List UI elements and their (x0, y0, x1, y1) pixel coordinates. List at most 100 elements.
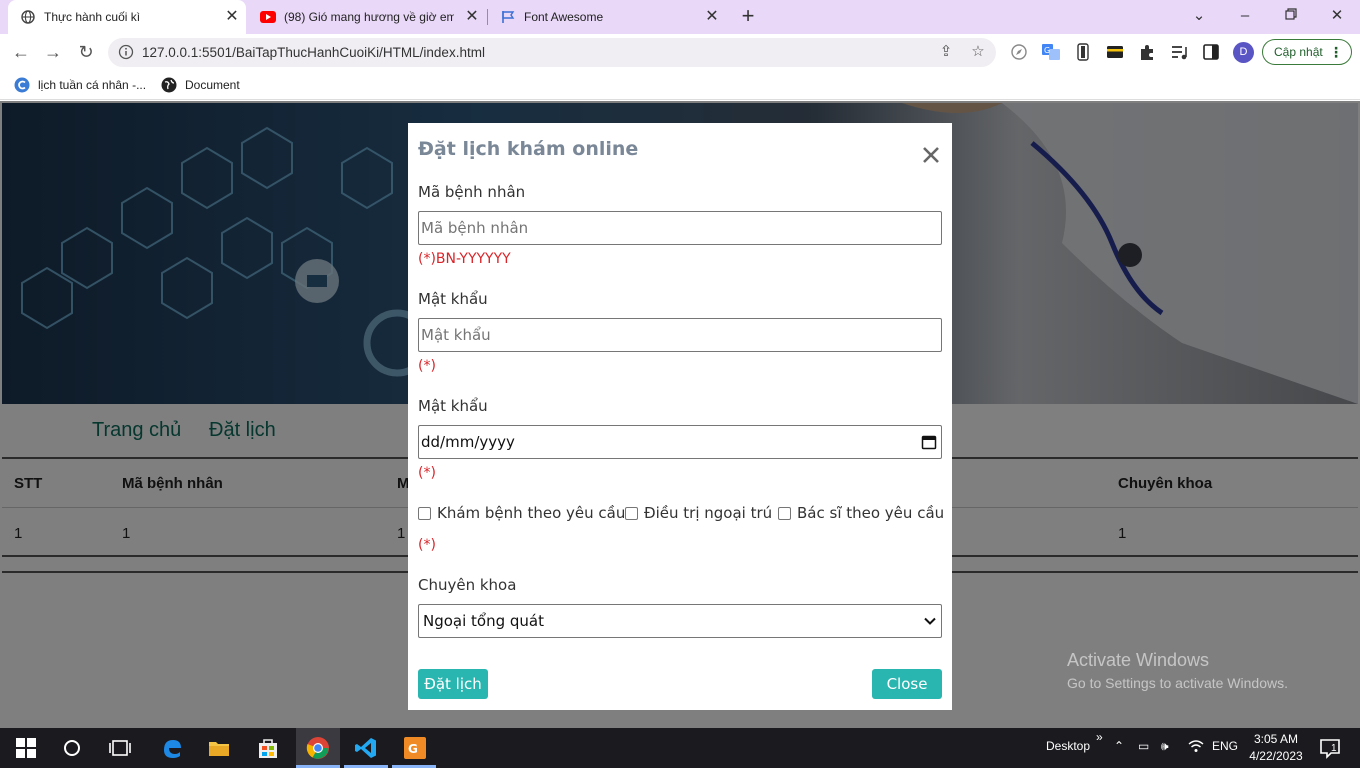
show-hidden-icons-icon[interactable]: ⌃ (1114, 739, 1124, 753)
reload-icon[interactable]: ↻ (75, 41, 97, 63)
card-extension-icon[interactable] (1106, 43, 1124, 61)
search-icon[interactable] (60, 736, 84, 760)
clock-date: 4/22/2023 (1249, 749, 1303, 763)
close-tab-icon[interactable]: ✕ (224, 9, 240, 25)
close-tab-icon[interactable]: ✕ (464, 9, 480, 25)
bookmark-lich-tuan[interactable]: lịch tuần cá nhân -... (14, 76, 146, 94)
clock[interactable]: 3:05 AM 4/22/2023 (1246, 731, 1306, 765)
close-tab-icon[interactable]: ✕ (704, 9, 720, 25)
clock-time: 3:05 AM (1253, 732, 1299, 746)
translate-extension-icon[interactable]: G (1042, 43, 1060, 61)
specialty-selected: Ngoại tổng quát (423, 612, 545, 630)
calendar-icon[interactable] (921, 434, 937, 450)
wifi-icon[interactable] (1188, 739, 1204, 756)
patient-id-input[interactable] (418, 211, 942, 245)
tab-title: Font Awesome (524, 10, 604, 24)
bookmark-document[interactable]: Document (161, 76, 240, 94)
modal-title: Đặt lịch khám online (418, 138, 639, 160)
watermark-subtitle: Go to Settings to activate Windows. (1067, 675, 1288, 691)
book-appointment-button[interactable]: Đặt lịch (418, 669, 488, 699)
url-text: 127.0.0.1:5501/BaiTapThucHanhCuoiKi/HTML… (142, 45, 485, 60)
desktop-toolbar-label[interactable]: Desktop (1046, 739, 1090, 753)
bookmark-label: lịch tuần cá nhân -... (38, 78, 147, 92)
tab-thuc-hanh[interactable]: Thực hành cuối kì ✕ (8, 0, 246, 34)
update-button[interactable]: Cập nhật ⋮ (1262, 39, 1352, 65)
notification-count: 1 (1331, 743, 1337, 754)
new-tab-icon[interactable]: + (737, 5, 759, 27)
checkbox-on-demand-exam[interactable]: Khám bệnh theo yêu cầu (418, 504, 625, 522)
media-queue-icon[interactable] (1170, 43, 1188, 61)
password-label: Mật khẩu (418, 290, 488, 308)
password-input[interactable] (418, 318, 942, 352)
specialty-select[interactable]: Ngoại tổng quát (418, 604, 942, 638)
svg-text:G: G (1044, 46, 1050, 55)
bookmark-label: Document (185, 78, 240, 92)
checkbox-box[interactable] (418, 506, 431, 520)
file-explorer-icon[interactable] (207, 736, 231, 760)
chrome-icon[interactable] (306, 736, 330, 760)
globe-icon (20, 9, 36, 25)
task-view-icon[interactable] (108, 736, 132, 760)
volume-icon[interactable]: 🕪 (1161, 739, 1169, 754)
svg-text:G: G (408, 742, 418, 756)
globe-icon (161, 77, 177, 93)
tab-youtube[interactable]: (98) Gió mang hương về giờ em ở đâu ✕ (248, 0, 486, 34)
restore-icon[interactable] (1279, 4, 1303, 28)
edge-icon[interactable] (160, 736, 184, 760)
site-info-icon[interactable] (118, 44, 134, 60)
language-indicator[interactable]: ENG (1212, 739, 1238, 753)
close-button[interactable]: Close (872, 669, 942, 699)
activate-windows-watermark: Activate Windows Go to Settings to activ… (1067, 650, 1288, 691)
checkbox-doctor-on-demand[interactable]: Bác sĩ theo yêu cầu (778, 504, 944, 522)
web-page: Trang chủ Đặt lịch STT Mã bệnh nhân M Ch… (0, 101, 1360, 728)
tab-font-awesome[interactable]: Font Awesome ✕ (488, 0, 726, 34)
watermark-title: Activate Windows (1067, 650, 1210, 670)
checkbox-box[interactable] (778, 506, 791, 520)
chevron-down-icon (923, 614, 937, 628)
date-input[interactable]: dd/mm/yyyy (418, 425, 942, 459)
forward-icon[interactable]: → (42, 41, 64, 63)
checkbox-box[interactable] (625, 506, 638, 520)
tab-title: Thực hành cuối kì (44, 10, 141, 24)
update-label: Cập nhật (1274, 45, 1323, 59)
youtube-icon (260, 9, 276, 25)
side-panel-icon[interactable] (1202, 43, 1220, 61)
phone-extension-icon[interactable] (1074, 43, 1092, 61)
browser-toolbar: ← → ↻ 127.0.0.1:5501/BaiTapThucHanhCuoiK… (0, 34, 1360, 70)
close-icon[interactable] (921, 145, 941, 165)
battery-icon[interactable]: ▭ (1138, 739, 1149, 753)
notification-icon[interactable] (1318, 736, 1342, 760)
password-hint: (*) (418, 358, 436, 374)
close-window-icon[interactable]: ✕ (1325, 4, 1349, 28)
minimize-icon[interactable]: – (1233, 4, 1257, 28)
bookmark-star-icon[interactable]: ☆ (969, 43, 987, 61)
date-value: dd/mm/yyyy (421, 433, 515, 451)
tab-search-icon[interactable]: ⌄ (1187, 4, 1211, 28)
patient-id-label: Mã bệnh nhân (418, 183, 526, 201)
back-icon[interactable]: ← (10, 41, 32, 63)
checkbox-hint: (*) (418, 537, 436, 553)
checkbox-outpatient[interactable]: Điều trị ngoại trú (625, 504, 772, 522)
address-bar[interactable]: 127.0.0.1:5501/BaiTapThucHanhCuoiKi/HTML… (108, 38, 996, 67)
pdf-app-icon[interactable]: G (403, 736, 427, 760)
vscode-icon[interactable] (354, 736, 378, 760)
circle-c-icon (14, 77, 30, 93)
store-icon[interactable] (256, 736, 280, 760)
bookmarks-bar: lịch tuần cá nhân -... Document (0, 70, 1360, 100)
share-icon[interactable]: ⇪ (937, 43, 955, 61)
more-menu-icon[interactable]: ⋮ (1329, 40, 1343, 64)
profile-avatar[interactable]: D (1233, 42, 1254, 63)
checkbox-label: Bác sĩ theo yêu cầu (797, 504, 945, 522)
windows-start-icon[interactable] (14, 736, 38, 760)
puzzle-extensions-icon[interactable] (1138, 43, 1156, 61)
date-label: Mật khẩu (418, 397, 488, 415)
specialty-label: Chuyên khoa (418, 576, 517, 594)
checkbox-label: Khám bệnh theo yêu cầu (437, 504, 626, 522)
flag-icon (500, 9, 516, 25)
date-hint: (*) (418, 465, 436, 481)
compass-extension-icon[interactable] (1010, 43, 1028, 61)
tab-title: (98) Gió mang hương về giờ em ở đâu (284, 10, 454, 24)
browser-tab-strip: Thực hành cuối kì ✕ (98) Gió mang hương … (0, 0, 1360, 34)
checkbox-label: Điều trị ngoại trú (644, 504, 773, 522)
chevron-icon[interactable]: » (1096, 730, 1103, 744)
